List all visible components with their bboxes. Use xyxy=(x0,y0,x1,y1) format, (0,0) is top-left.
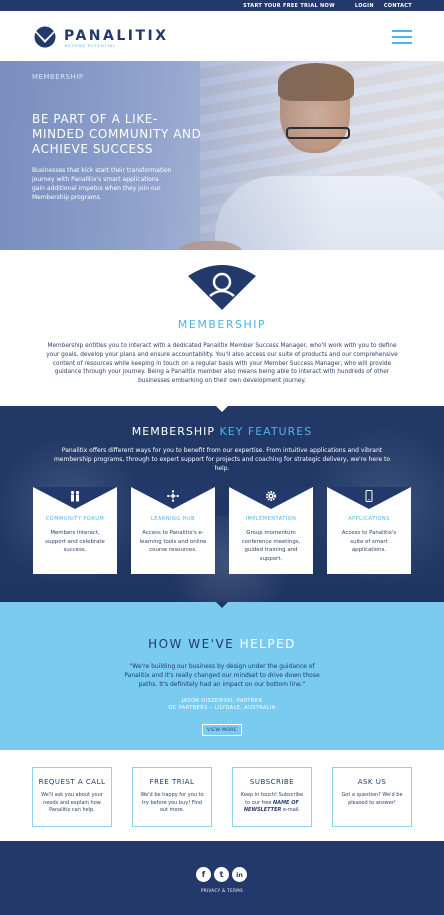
feature-card-community[interactable]: Community Forum Members interact, suppor… xyxy=(33,487,117,574)
section-notch xyxy=(216,602,228,608)
social-links: f t in xyxy=(196,867,247,882)
cta-text: We'll ask you about your needs and expla… xyxy=(41,792,103,813)
membership-person-icon xyxy=(188,265,256,310)
site-header: PANALITIX Beyond Potential xyxy=(0,11,444,61)
free-trial-link[interactable]: Start your free trial now xyxy=(243,3,335,9)
privacy-terms-link[interactable]: Privacy & Terms xyxy=(0,888,444,893)
menu-icon[interactable] xyxy=(392,30,412,44)
features-title-accent: KEY FEATURES xyxy=(219,425,313,438)
cta-heading: Request a Call xyxy=(38,778,106,786)
membership-title: MEMBERSHIP xyxy=(177,318,267,331)
cta-request-call[interactable]: Request a Call We'll ask you about your … xyxy=(32,767,112,827)
cta-text: We'd be happy for you to try before you … xyxy=(140,792,204,813)
cta-text: Keep in touch! Subscribe to our free NAM… xyxy=(239,792,305,815)
features-title: MEMBERSHIP KEY FEATURES xyxy=(0,425,444,438)
cta-heading: Ask Us xyxy=(357,778,387,786)
top-bar: Start your free trial now Login Contact xyxy=(0,0,444,11)
card-title: Community Forum xyxy=(45,516,105,522)
feature-card-learning-hub[interactable]: Learning Hub Access to Panalitix's e-lea… xyxy=(131,487,215,574)
section-notch xyxy=(216,406,228,412)
testimonial-quote: "We're building our business by design u… xyxy=(124,663,320,688)
twitter-icon[interactable]: t xyxy=(214,867,229,882)
contact-link[interactable]: Contact xyxy=(384,3,412,9)
testimonial-author: Jason Oiszewski, Partner xyxy=(181,698,263,704)
hero-text: Businesses that kick start their transfo… xyxy=(32,167,172,201)
login-link[interactable]: Login xyxy=(355,3,374,9)
logo-text[interactable]: PANALITIX xyxy=(64,28,169,44)
card-title: Learning Hub xyxy=(150,516,196,522)
cta-text-part: e-mail. xyxy=(281,807,301,813)
cta-ask-us[interactable]: Ask Us Got a question? We'd be pleased t… xyxy=(332,767,412,827)
cta-text: Got a question? We'd be pleased to answe… xyxy=(341,792,403,806)
card-text: Access to Panalitix's e-learning tools a… xyxy=(139,530,207,553)
card-text: Access to Panalitix's suite of smart app… xyxy=(341,530,397,553)
testimonial-title: HOW WE'VE HELPED xyxy=(0,637,444,651)
feature-card-applications[interactable]: Applications Access to Panalitix's suite… xyxy=(327,487,411,574)
features-title-main: MEMBERSHIP xyxy=(131,425,220,438)
gear-icon xyxy=(266,491,276,501)
testimonial-company: OC Partners – Lilydale, Australia xyxy=(168,705,276,711)
features-text: Panalitix offers different ways for you … xyxy=(53,447,391,472)
card-text: Members interact, support and celebrate … xyxy=(45,530,105,553)
card-title: Applications xyxy=(348,516,390,522)
hero-title: Be part of a like-minded community and a… xyxy=(32,112,202,156)
card-text: Group momentum conference meetings, guid… xyxy=(241,530,301,562)
network-icon xyxy=(167,490,179,502)
membership-text: Membership entitles you to interact with… xyxy=(46,343,398,385)
logo-tagline: Beyond Potential xyxy=(65,44,117,48)
mobile-icon xyxy=(365,490,373,502)
feature-card-implementation[interactable]: Implementation Group momentum conference… xyxy=(229,487,313,574)
cta-subscribe[interactable]: Subscribe Keep in touch! Subscribe to ou… xyxy=(232,767,312,827)
card-title: Implementation xyxy=(245,516,297,522)
cta-free-trial[interactable]: Free Trial We'd be happy for you to try … xyxy=(132,767,212,827)
testimonial-title-accent: HELPED xyxy=(239,637,296,651)
people-icon xyxy=(70,490,80,502)
view-more-button[interactable]: View More xyxy=(202,724,242,736)
testimonial-title-main: HOW WE'VE xyxy=(148,637,240,651)
linkedin-icon[interactable]: in xyxy=(232,867,247,882)
logo-icon[interactable] xyxy=(32,26,58,48)
facebook-icon[interactable]: f xyxy=(196,867,211,882)
cta-heading: Subscribe xyxy=(249,778,295,786)
hero-section-label: Membership xyxy=(32,73,84,81)
cta-heading: Free Trial xyxy=(149,778,195,786)
